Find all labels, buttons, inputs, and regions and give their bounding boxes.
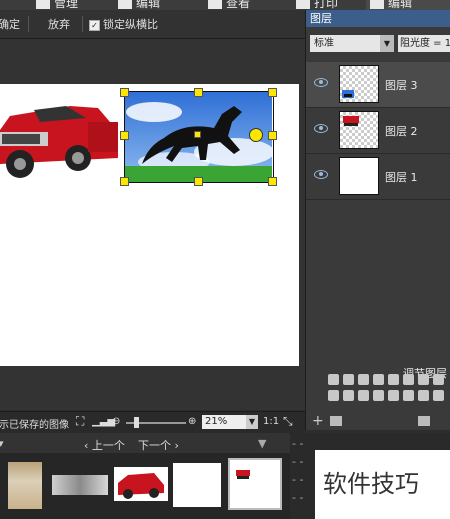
layer-row-2[interactable]: 图层 2	[306, 108, 450, 154]
discard-button[interactable]: 放弃	[48, 16, 70, 32]
chevron-down-icon: ▼	[380, 35, 394, 52]
actual-size-button[interactable]: 1:1	[263, 416, 279, 427]
checkbox-check-icon: ✓	[89, 19, 100, 31]
layers-panel-title: 图层	[306, 10, 450, 27]
car-thumb-icon	[118, 473, 164, 499]
opacity-field[interactable]: 阻光度 = 10	[398, 35, 450, 52]
layer-2-thumbnail	[339, 111, 379, 149]
hue-icon[interactable]	[388, 374, 399, 385]
visibility-eye-icon[interactable]	[314, 170, 328, 179]
eye-icon	[208, 0, 222, 9]
car-thumb-icon	[343, 116, 359, 126]
filmstrip-thumb[interactable]	[8, 462, 42, 509]
saved-image-label[interactable]: 示已保存的图像	[0, 416, 69, 431]
tab-view[interactable]: 查看	[208, 0, 250, 10]
layer-tools-bar: +	[306, 413, 450, 430]
confirm-button[interactable]: 确定	[0, 16, 20, 32]
layers-adjust-icon[interactable]	[343, 390, 354, 401]
filmstrip	[0, 453, 290, 519]
horse-thumb-icon	[342, 90, 354, 98]
resize-handle-top[interactable]	[194, 88, 203, 97]
watermark-text: 软件技巧	[315, 450, 450, 519]
brightness-icon[interactable]	[373, 374, 384, 385]
center-point-handle[interactable]	[194, 131, 201, 138]
tab-manage[interactable]: 管理	[36, 0, 78, 10]
add-layer-icon[interactable]: +	[312, 413, 324, 429]
expand-diagonal-icon[interactable]: ⤡	[283, 414, 293, 429]
collapse-filmstrip-icon[interactable]: ▼	[258, 437, 266, 450]
tab-home-partial[interactable]	[0, 0, 4, 10]
next-button[interactable]: 下一个 ›	[138, 437, 179, 453]
toolbar-divider	[28, 16, 29, 32]
levels-icon[interactable]	[328, 374, 339, 385]
blend-mode-dropdown[interactable]: 标准 ▼	[310, 35, 394, 52]
tab-edit-active[interactable]: 编辑	[366, 0, 450, 10]
resize-handle-top-right[interactable]	[268, 88, 277, 97]
toolbar-divider	[82, 16, 83, 32]
brush-icon[interactable]	[403, 390, 414, 401]
layer-1-thumbnail	[339, 157, 379, 195]
duplicate-layer-icon[interactable]	[330, 416, 342, 426]
layer-name: 图层 1	[385, 171, 418, 184]
tools-icon	[370, 0, 384, 9]
zoom-out-icon[interactable]: ⊖	[112, 416, 120, 427]
camera-adjust-icon[interactable]	[328, 390, 339, 401]
tone-icon[interactable]	[433, 374, 444, 385]
triangle-icon[interactable]	[358, 390, 369, 401]
color-balance-icon[interactable]	[403, 374, 414, 385]
fit-screen-icon[interactable]: ⛶	[76, 414, 84, 429]
layer-row-3[interactable]: 图层 3	[306, 62, 450, 108]
sliders-icon[interactable]	[418, 374, 429, 385]
filmstrip-thumb-selected[interactable]	[228, 458, 282, 510]
visibility-eye-icon[interactable]	[314, 78, 328, 87]
top-nav-bar: 管理 编辑 查看 打印 编辑	[0, 0, 450, 10]
transform-toolbar: 确定 放弃 ✓ 锁定纵横比	[0, 10, 305, 39]
rotate-handle[interactable]	[249, 128, 263, 142]
grid-icon	[36, 0, 50, 9]
curves-icon[interactable]	[343, 374, 354, 385]
layer-3-thumbnail	[339, 65, 379, 103]
layer-name: 图层 2	[385, 125, 418, 138]
previous-button[interactable]: ‹ 上一个	[84, 437, 125, 453]
zoom-slider-thumb[interactable]	[134, 417, 139, 428]
resize-handle-right[interactable]	[268, 131, 277, 140]
resize-handle-top-left[interactable]	[120, 88, 129, 97]
car-image	[0, 92, 123, 182]
chevron-down-icon: ▼	[246, 415, 258, 429]
resize-handle-bottom[interactable]	[194, 177, 203, 186]
zoom-level-dropdown[interactable]: 21% ▼	[202, 415, 258, 429]
bucket-icon[interactable]	[373, 390, 384, 401]
resize-handle-bottom-left[interactable]	[120, 177, 129, 186]
layer-row-1[interactable]: 图层 1	[306, 154, 450, 200]
navigator-marker: - -	[292, 491, 304, 504]
navigator-marker: - -	[292, 437, 304, 450]
layers-panel: 图层 标准▼ 阻光度 = 10 图层 3 图层 2 图层 1 调节图层 +	[305, 10, 450, 430]
navigator-marker: - -	[292, 473, 304, 486]
resize-handle-bottom-right[interactable]	[268, 177, 277, 186]
tab-edit[interactable]: 编辑	[118, 0, 160, 10]
filmstrip-thumb[interactable]	[114, 467, 168, 501]
chevron-down-icon[interactable]: ▾	[0, 437, 4, 450]
filmstrip-thumb[interactable]	[173, 463, 221, 507]
zoom-in-icon[interactable]: ⊕	[188, 416, 196, 427]
lock-aspect-checkbox[interactable]: ✓ 锁定纵横比	[89, 16, 158, 32]
photo-filter-icon[interactable]	[388, 390, 399, 401]
layer-options-icon[interactable]	[418, 416, 430, 426]
glasses-icon[interactable]	[418, 390, 429, 401]
layer-name: 图层 3	[385, 79, 418, 92]
visibility-eye-icon[interactable]	[314, 124, 328, 133]
filmstrip-nav-bar: ▾ ‹ 上一个 下一个 › ▼	[0, 433, 290, 453]
more-adjust-icon[interactable]	[433, 390, 444, 401]
edit-icon	[118, 0, 132, 9]
filmstrip-thumb[interactable]	[52, 475, 108, 495]
resize-handle-left[interactable]	[120, 131, 129, 140]
print-icon	[296, 0, 310, 9]
grid-adjust-icon[interactable]	[358, 374, 369, 385]
tab-print[interactable]: 打印	[296, 0, 338, 10]
status-bar: 示已保存的图像 ⛶ ▁▃▅ ⊖ ⊕ 21% ▼ 1:1 ⤡	[0, 411, 305, 434]
navigator-marker: - -	[292, 455, 304, 468]
car-thumb-icon	[236, 470, 250, 479]
